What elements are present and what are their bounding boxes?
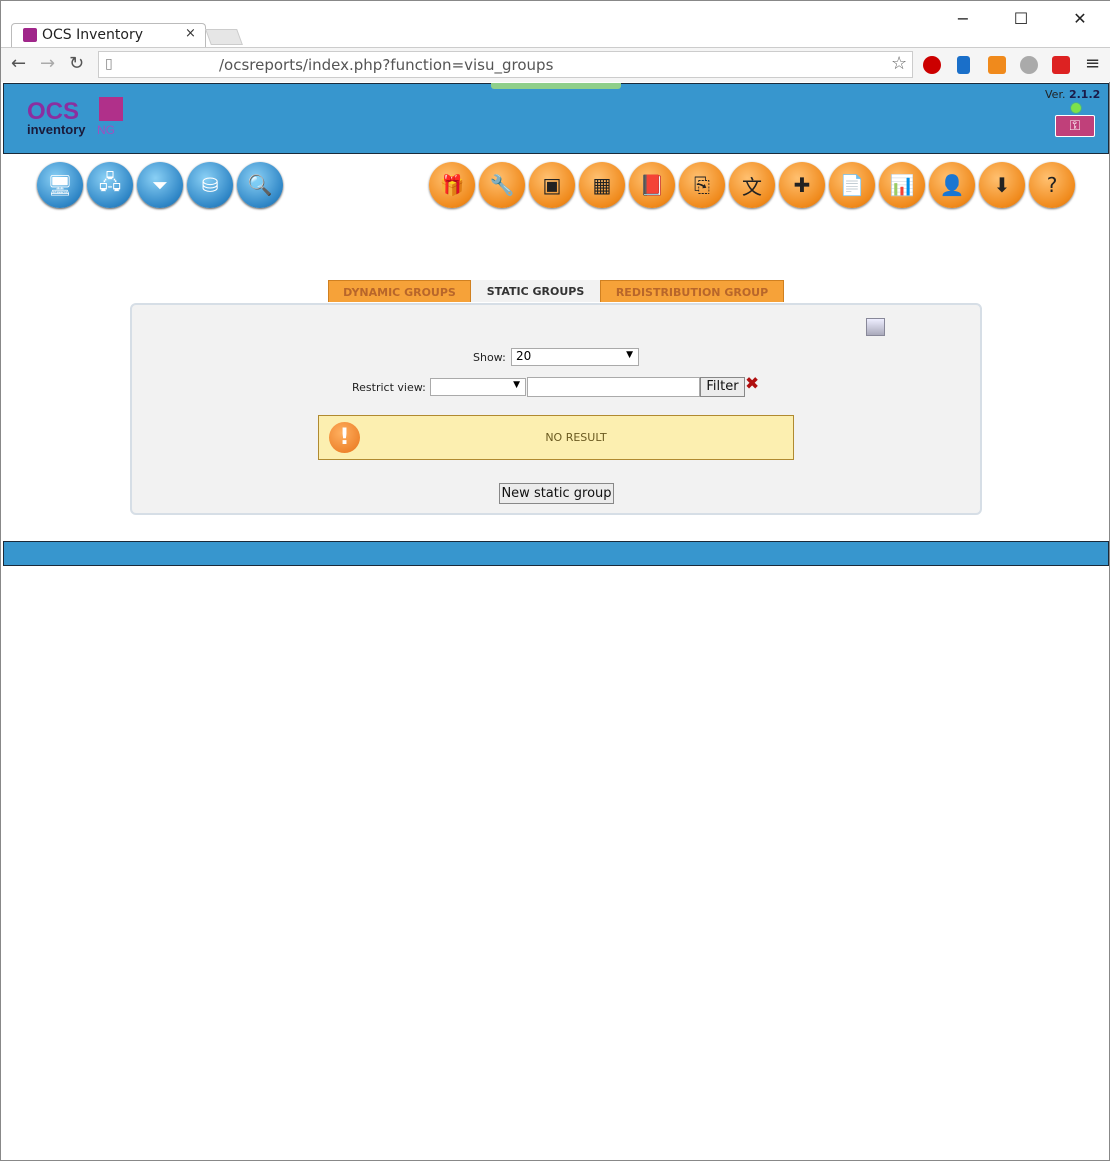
computers-menu-button[interactable]: 🖥 — [37, 162, 83, 208]
export-icon[interactable] — [866, 318, 885, 336]
new-tab-button[interactable] — [205, 29, 243, 45]
filter-input[interactable] — [527, 377, 700, 397]
wrench-menu-button[interactable]: 🔧 — [479, 162, 525, 208]
chart-menu-button[interactable]: 📊 — [879, 162, 925, 208]
filter-menu-button[interactable]: ⏷ — [137, 162, 183, 208]
network-card-menu-button[interactable]: ▣ — [529, 162, 575, 208]
database-menu-button[interactable]: ⛁ — [187, 162, 233, 208]
copy-icon: ⎘ — [694, 173, 710, 197]
packages-icon: ▦ — [592, 173, 612, 197]
restrict-view-select[interactable]: ▼ — [430, 378, 526, 396]
user-menu-button[interactable]: 👤 — [929, 162, 975, 208]
user-icon: 👤 — [939, 173, 965, 197]
tab-redistribution-group[interactable]: REDISTRIBUTION GROUP — [600, 280, 784, 302]
tab-dynamic-groups[interactable]: DYNAMIC GROUPS — [328, 280, 471, 302]
book-icon: 📕 — [639, 173, 665, 197]
svg-text:inventory: inventory — [27, 122, 86, 137]
filter-button[interactable]: Filter — [700, 377, 745, 397]
filter-icon: ⏷ — [152, 173, 168, 197]
back-icon[interactable]: ← — [11, 53, 26, 74]
tab-static-groups[interactable]: STATIC GROUPS — [471, 280, 600, 302]
version-prefix: Ver. — [1045, 88, 1066, 101]
close-window-button[interactable]: ✕ — [1065, 9, 1095, 28]
status-led-icon — [1070, 102, 1082, 114]
book-menu-button[interactable]: 📕 — [629, 162, 675, 208]
restrict-view-label: Restrict view: — [352, 381, 426, 394]
extension-icon[interactable] — [988, 56, 1006, 74]
address-bar[interactable]: /ocsreports/index.php?function=visu_grou… — [98, 51, 913, 78]
show-select[interactable]: 20 ▼ — [511, 348, 639, 366]
download-menu-button[interactable]: ⬇ — [979, 162, 1025, 208]
dropdown-arrow-icon: ▼ — [513, 380, 520, 390]
network-menu-button[interactable]: 🖧 — [87, 162, 133, 208]
search-menu-button[interactable]: 🔍 — [237, 162, 283, 208]
search-icon: 🔍 — [247, 173, 273, 197]
key-icon[interactable]: ⚿ — [1055, 115, 1095, 137]
puzzle-icon: ✚ — [793, 173, 811, 197]
translate-menu-button[interactable]: 文 — [729, 162, 775, 208]
gift-menu-button[interactable]: 🎁 — [429, 162, 475, 208]
loading-bar — [491, 83, 621, 89]
message-text: NO RESULT — [545, 431, 607, 444]
reload-icon[interactable]: ↻ — [69, 53, 84, 74]
ocs-footer — [3, 541, 1109, 566]
help-icon: ? — [1046, 173, 1058, 197]
adblock-icon[interactable] — [923, 56, 941, 74]
clear-filter-icon[interactable]: ✖ — [745, 374, 759, 394]
phone-ext-icon[interactable] — [1020, 56, 1038, 74]
tab-title: OCS Inventory — [42, 27, 144, 43]
version-label: Ver. 2.1.2 — [1045, 88, 1100, 101]
database-icon: ⛁ — [201, 173, 219, 197]
svg-text:OCS: OCS — [27, 98, 79, 125]
wrench-icon: 🔧 — [489, 173, 515, 197]
maximize-button[interactable]: ☐ — [1006, 9, 1036, 28]
ocs-logo[interactable]: OCS inventory NG — [27, 97, 127, 137]
download-icon: ⬇ — [993, 173, 1011, 197]
version-number: 2.1.2 — [1068, 88, 1101, 101]
help-menu-button[interactable]: ? — [1029, 162, 1075, 208]
puzzle-menu-button[interactable]: ✚ — [779, 162, 825, 208]
document-icon: 📄 — [839, 173, 865, 197]
svg-text:NG: NG — [97, 123, 115, 137]
gift-icon: 🎁 — [439, 173, 465, 197]
forward-icon[interactable]: → — [40, 53, 55, 74]
minimize-button[interactable]: − — [948, 9, 978, 28]
page-icon: ▯ — [105, 56, 113, 72]
copy-menu-button[interactable]: ⎘ — [679, 162, 725, 208]
network-card-icon: ▣ — [542, 173, 562, 197]
dropdown-arrow-icon: ▼ — [626, 350, 633, 360]
network-icon: 🖧 — [98, 170, 122, 194]
bookmark-star-icon[interactable]: ☆ — [891, 53, 907, 74]
document-menu-button[interactable]: 📄 — [829, 162, 875, 208]
browser-tab[interactable]: OCS Inventory — [11, 23, 206, 47]
show-label: Show: — [473, 351, 506, 364]
bookmark-ext-icon[interactable] — [957, 56, 970, 74]
ocs-header — [3, 83, 1109, 154]
chart-icon: 📊 — [889, 173, 915, 197]
menu-icon[interactable]: ≡ — [1085, 53, 1100, 74]
packages-menu-button[interactable]: ▦ — [579, 162, 625, 208]
new-static-group-button[interactable]: New static group — [499, 483, 614, 504]
url-text: /ocsreports/index.php?function=visu_grou… — [219, 56, 554, 74]
acrobat-icon[interactable] — [1052, 56, 1070, 74]
ocs-favicon-icon — [23, 28, 37, 42]
tab-close-button[interactable]: × — [185, 26, 196, 41]
translate-icon: 文 — [742, 174, 762, 199]
show-value: 20 — [516, 349, 532, 363]
computers-icon: 🖥 — [47, 173, 73, 197]
